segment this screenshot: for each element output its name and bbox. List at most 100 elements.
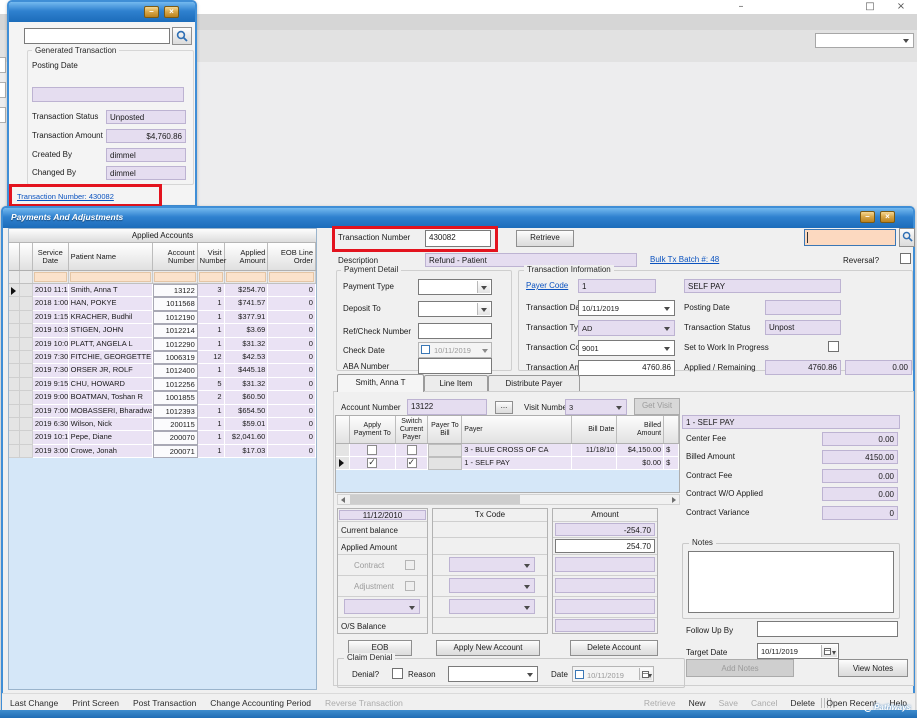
top-right-dropdown[interactable] xyxy=(815,33,914,48)
denial-checkbox[interactable] xyxy=(392,668,403,679)
applied-amount-input[interactable]: 254.70 xyxy=(555,539,655,553)
delete-account-button[interactable]: Delete Account xyxy=(570,640,658,656)
extra-txcode-dropdown[interactable] xyxy=(449,599,535,614)
apply-new-account-button[interactable]: Apply New Account xyxy=(436,640,540,656)
transaction-type-dropdown[interactable]: AD xyxy=(578,320,675,336)
quick-search-input[interactable] xyxy=(804,229,896,246)
row-selector-cell[interactable] xyxy=(20,378,33,391)
payer-code-link[interactable]: Payer Code xyxy=(526,281,568,290)
reversal-checkbox[interactable] xyxy=(900,253,911,264)
row-selector-cell[interactable] xyxy=(20,364,33,377)
scroll-right-button[interactable] xyxy=(668,495,679,504)
col-eob-line-order[interactable]: EOB Line Order xyxy=(268,243,316,270)
table-row[interactable]: 2019 7:30:0 ORSER JR, ROLF 1012400 1 $44… xyxy=(9,364,316,377)
switch-payer-checkbox[interactable] xyxy=(407,458,417,468)
table-row[interactable]: 2018 1:00:0 HAN, POKYE 1011568 1 $741.57… xyxy=(9,297,316,310)
switch-payer-checkbox[interactable] xyxy=(407,445,417,455)
filter-input[interactable] xyxy=(70,272,151,282)
window-restore-icon[interactable]: □ xyxy=(863,1,877,12)
table-row[interactable]: 2019 9:00:0 BOATMAN, Toshan R 1001855 2 … xyxy=(9,391,316,404)
col-patient-name[interactable]: Patient Name xyxy=(69,243,153,270)
statusbar-action[interactable]: Retrieve xyxy=(644,698,676,708)
scroll-left-button[interactable] xyxy=(338,495,349,504)
filter-input[interactable] xyxy=(269,272,314,282)
tab-distribute-payer[interactable]: Distribute Payer xyxy=(488,375,580,392)
wip-checkbox[interactable] xyxy=(828,341,839,352)
transaction-code-dropdown[interactable]: 9001 xyxy=(578,340,675,356)
col-billed-amount[interactable]: Billed Amount xyxy=(617,416,664,443)
col-switch-current-payer[interactable]: Switch Current Payer xyxy=(396,416,429,443)
add-notes-button[interactable]: Add Notes xyxy=(686,659,794,677)
table-row[interactable]: 2019 7:00:0 MOBASSERI, Bharadwa 1012393 … xyxy=(9,405,316,418)
table-row[interactable]: 2019 10:00: PLATT, ANGELA L 1012290 1 $3… xyxy=(9,338,316,351)
aba-number-input[interactable] xyxy=(418,358,492,374)
table-row[interactable]: 2019 10:30: STIGEN, JOHN 1012214 1 $3.69… xyxy=(9,324,316,337)
table-row[interactable]: 2010 11:15: Smith, Anna T 13122 3 $254.7… xyxy=(9,284,316,297)
get-visit-button[interactable]: Get Visit xyxy=(634,398,680,415)
row-selector-cell[interactable] xyxy=(20,431,33,444)
denial-date-checkbox[interactable] xyxy=(575,670,584,679)
calendar-button[interactable] xyxy=(639,668,652,680)
search-button[interactable] xyxy=(172,27,192,45)
check-date-picker[interactable]: 10/11/2019 xyxy=(418,342,492,358)
deposit-to-dropdown[interactable] xyxy=(418,301,492,317)
main-title-bar[interactable]: Payments And Adjustments – × xyxy=(3,208,913,228)
row-selector-cell[interactable] xyxy=(20,445,33,458)
col-payer-to-bill[interactable]: Payer To Bill xyxy=(428,416,462,443)
table-row[interactable]: 2019 7:30:0 FITCHIE, GEORGETTE 1006319 1… xyxy=(9,351,316,364)
statusbar-action[interactable]: Post Transaction xyxy=(133,698,196,708)
adjustment-txcode-dropdown[interactable] xyxy=(449,578,535,593)
table-row[interactable]: 2019 9:15:0 CHU, HOWARD 1012256 5 $31.32… xyxy=(9,378,316,391)
filter-input[interactable] xyxy=(154,272,196,282)
col-account-number[interactable]: Account Number xyxy=(153,243,198,270)
table-row[interactable]: 1 - SELF PAY $0.00 $ xyxy=(336,457,679,470)
col-payer[interactable]: Payer xyxy=(462,416,571,443)
view-notes-button[interactable]: View Notes xyxy=(838,659,908,677)
col-applied-amount[interactable]: Applied Amount xyxy=(225,243,269,270)
table-row[interactable]: 2019 1:15:0 KRACHER, Budhil 1012190 1 $3… xyxy=(9,311,316,324)
tab-line-item[interactable]: Line Item xyxy=(424,375,488,392)
contract-txcode-dropdown[interactable] xyxy=(449,557,535,572)
horizontal-scrollbar[interactable] xyxy=(337,494,680,505)
apply-payment-checkbox[interactable] xyxy=(367,445,377,455)
dialog-title-bar[interactable]: – × xyxy=(9,2,195,22)
target-date-picker[interactable]: 10/11/2019 xyxy=(757,643,839,659)
table-row[interactable]: 2019 3:00:0 Crowe, Jonah 200071 1 $17.03… xyxy=(9,445,316,458)
col-service-date[interactable]: Service Date xyxy=(33,243,69,270)
window-close-icon[interactable]: × xyxy=(894,1,908,12)
row-selector-cell[interactable] xyxy=(20,284,33,297)
dropdown-button[interactable] xyxy=(477,281,490,293)
statusbar-action[interactable]: Cancel xyxy=(751,698,777,708)
account-lookup-button[interactable]: ... xyxy=(495,401,513,414)
switch-payer-cell[interactable] xyxy=(396,457,429,470)
scrollbar-thumb[interactable] xyxy=(350,495,520,504)
close-button[interactable]: × xyxy=(880,211,895,223)
extra-type-dropdown[interactable] xyxy=(344,599,420,614)
dropdown-button[interactable] xyxy=(477,303,490,315)
search-button[interactable] xyxy=(899,228,915,247)
col-bill-date[interactable]: Bill Date xyxy=(572,416,618,443)
filter-input[interactable] xyxy=(34,272,67,282)
filter-input[interactable] xyxy=(199,272,223,282)
apply-payment-checkbox[interactable] xyxy=(367,458,377,468)
statusbar-action[interactable]: Delete xyxy=(790,698,815,708)
table-row[interactable]: 3 - BLUE CROSS OF CA 11/18/10 $4,150.00 … xyxy=(336,444,679,457)
row-selector-cell[interactable] xyxy=(20,391,33,404)
row-selector-cell[interactable] xyxy=(20,297,33,310)
contract-checkbox[interactable] xyxy=(405,560,415,570)
visit-number-dropdown[interactable]: 3 xyxy=(565,399,627,415)
close-button[interactable]: × xyxy=(164,6,179,18)
filter-input[interactable] xyxy=(226,272,267,282)
table-row[interactable]: 2019 6:30:0 Wilson, Nick 200115 1 $59.01… xyxy=(9,418,316,431)
switch-payer-cell[interactable] xyxy=(396,444,429,457)
apply-payment-cell[interactable] xyxy=(350,457,396,470)
retrieve-button[interactable]: Retrieve xyxy=(516,230,574,247)
row-selector-cell[interactable] xyxy=(20,338,33,351)
window-minimize-icon[interactable]: – xyxy=(734,1,748,12)
row-selector-cell[interactable] xyxy=(20,351,33,364)
transaction-date-dropdown[interactable]: 10/11/2019 xyxy=(578,300,675,316)
row-selector-cell[interactable] xyxy=(20,324,33,337)
calendar-button[interactable] xyxy=(821,645,837,657)
adjustment-checkbox[interactable] xyxy=(405,581,415,591)
follow-up-by-input[interactable] xyxy=(757,621,898,637)
